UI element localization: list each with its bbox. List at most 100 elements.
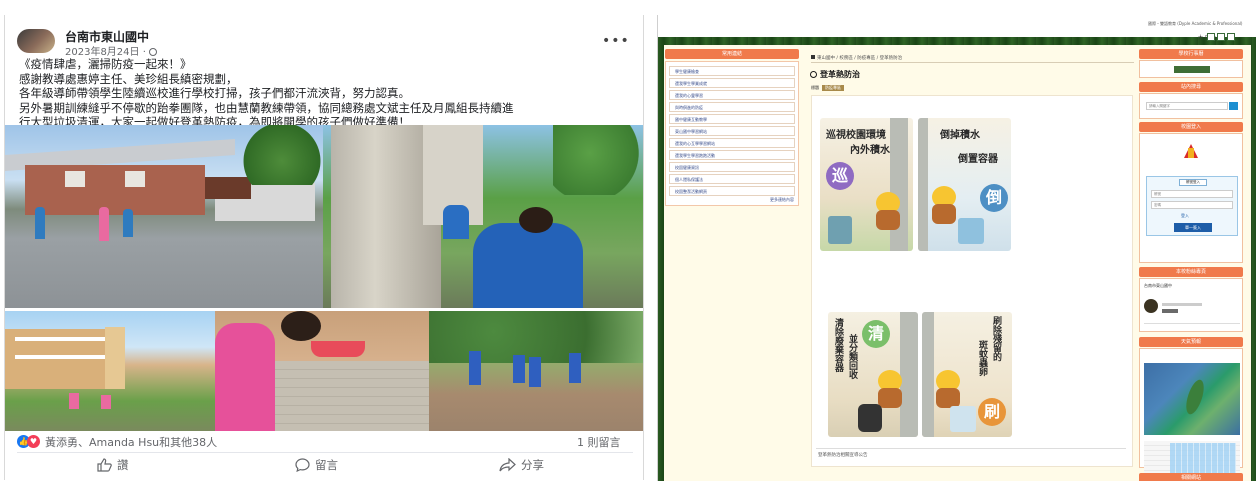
left-nav-title: 常用連結 (665, 49, 799, 59)
poster-caption: 清除廢棄容器 (833, 318, 843, 372)
left-nav-item[interactable]: 還我的心靈學習 (669, 90, 795, 100)
like-label: 讚 (117, 458, 129, 472)
poster-dump[interactable]: 倒掉積水 倒置容器 倒 (918, 118, 1011, 251)
post-body-text: 《疫情肆虐，灑掃防疫一起來！》 感謝教導處惠婷主任、美珍組長縝密規劃， 各年級導… (19, 57, 514, 130)
fb-page-name[interactable]: 台南市東山國中 (1144, 283, 1172, 289)
screenshot-composite: 台南市東山國中 2023年8月24日 · ••• 《疫情肆虐，灑掃防疫一起來！》… (0, 0, 1257, 482)
share-button[interactable]: 分享 (499, 457, 544, 473)
weather-widget (1139, 348, 1243, 475)
single-sign-on-button[interactable]: 單一簽入 (1174, 223, 1212, 232)
search-box: 請輸入關鍵字 (1139, 93, 1243, 119)
page-avatar[interactable] (17, 29, 55, 53)
more-options-icon[interactable]: ••• (602, 33, 630, 49)
poster-caption: 斑蚊蟲卵 (977, 340, 987, 376)
sidebar-box-title: 校園登入 (1139, 122, 1243, 132)
school-logo-icon (1182, 142, 1200, 160)
comment-icon (295, 458, 310, 472)
site-name[interactable]: 國際・雙語教育 (Dyple Academic & Professional) (1148, 21, 1242, 27)
comment-label: 留言 (315, 458, 338, 472)
poster-scrub[interactable]: 刷除殘留的 斑蚊蟲卵 刷 (922, 312, 1012, 437)
sidebar-box-title: 相關網站 (1139, 473, 1243, 481)
post-meta: 2023年8月24日 · (65, 43, 158, 58)
left-nav-more-link[interactable]: 更多連結內容 (770, 197, 794, 203)
comment-button[interactable]: 留言 (295, 457, 338, 473)
tags-label: 標題 (811, 85, 819, 90)
sidebar-box-title: 站內搜尋 (1139, 82, 1243, 92)
tag-badge[interactable]: 防疫專區 (822, 85, 844, 91)
taiwan-island (1182, 377, 1208, 417)
left-nav-item[interactable]: 還我學生學習跑跑活動 (669, 150, 795, 160)
sidebar-box-title: 學校行事曆 (1139, 49, 1243, 59)
left-nav-item[interactable]: 學生健康檢查 (669, 66, 795, 76)
title-bullet-icon (810, 71, 817, 78)
share-label: 分享 (521, 458, 544, 472)
thumbs-up-icon (97, 458, 112, 472)
poster-badge: 刷 (978, 398, 1006, 426)
home-icon[interactable] (811, 55, 815, 59)
poster-clean[interactable]: 清除廢棄容器 並分類回收 清 (828, 312, 918, 437)
left-nav-item[interactable]: 與時俱進的防疫 (669, 102, 795, 112)
article-tags: 標題 防疫專區 (811, 85, 844, 91)
reactions-text[interactable]: 黃添勇、Amanda Hsu和其他38人 (45, 434, 217, 450)
like-button[interactable]: 讚 (97, 457, 129, 473)
social-post-card: 台南市東山國中 2023年8月24日 · ••• 《疫情肆虐，灑掃防疫一起來！》… (4, 15, 644, 480)
page-title: 登革熱防治 (810, 69, 860, 80)
fb-page-avatar[interactable] (1144, 299, 1158, 313)
poster-badge: 巡 (826, 162, 854, 190)
password-field[interactable]: 密碼 (1151, 201, 1233, 209)
facebook-icon[interactable] (1217, 33, 1225, 41)
school-website-screenshot: 國際・雙語教育 (Dyple Academic & Professional) … (657, 15, 1256, 481)
breadcrumb: 東山國中 / 校務區 / 防疫專區 / 登革熱防治 (811, 55, 902, 61)
poster-caption: 倒置容器 (958, 154, 998, 165)
post-photo-3[interactable] (5, 311, 215, 431)
login-panel: 帳號登入 帳號 密碼 登入 單一簽入 (1139, 133, 1243, 263)
sitemap-icon[interactable] (1207, 33, 1215, 41)
login-form: 帳號登入 帳號 密碼 登入 單一簽入 (1146, 176, 1238, 236)
left-nav-item[interactable]: 校園健康資訊 (669, 162, 795, 172)
weather-map[interactable] (1144, 363, 1240, 435)
left-nav-item[interactable]: 還我學生學業成就 (669, 78, 795, 88)
right-sidebar: 學校行事曆 站內搜尋 請輸入關鍵字 校園登入 帳號登入 帳號 密碼 登入 單一簽… (1139, 49, 1243, 481)
post-photo-4[interactable] (215, 311, 429, 431)
search-input[interactable]: 請輸入關鍵字 (1146, 102, 1228, 110)
globe-icon (149, 48, 158, 56)
site-top-bar: 國際・雙語教育 (Dyple Academic & Professional) (658, 15, 1256, 37)
post-photo-2[interactable] (323, 125, 643, 308)
comment-count[interactable]: 1 則留言 (577, 434, 621, 450)
poster-badge: 倒 (980, 184, 1008, 212)
post-header: 台南市東山國中 2023年8月24日 · ••• (5, 15, 643, 58)
search-icon[interactable] (1229, 102, 1238, 110)
breadcrumb-divider (811, 62, 1134, 63)
sidebar-box-title: 天氣預報 (1139, 337, 1243, 347)
poster-caption: 刷除殘留的 (991, 316, 1001, 361)
left-nav-item[interactable]: 還我的心互學學習網站 (669, 138, 795, 148)
poster-caption: 並分類回收 (847, 334, 857, 379)
post-photo-5[interactable] (429, 311, 643, 431)
breadcrumb-text[interactable]: 東山國中 / 校務區 / 防疫專區 / 登革熱防治 (817, 56, 902, 61)
page-title-text: 登革熱防治 (820, 70, 860, 79)
left-nav-item[interactable]: 個人隱私保護法 (669, 174, 795, 184)
attachment-link[interactable]: 登革熱防治相關宣導公告 (818, 452, 868, 458)
username-field[interactable]: 帳號 (1151, 190, 1233, 198)
post-photo-1[interactable] (5, 125, 323, 308)
home-icon[interactable] (1227, 33, 1235, 41)
calendar-button[interactable] (1174, 66, 1210, 73)
poster-caption: 內外積水 (850, 145, 890, 156)
content-divider (816, 448, 1126, 449)
chick-mascot-icon (872, 192, 904, 232)
login-form-title: 帳號登入 (1179, 179, 1207, 186)
poster-caption: 倒掉積水 (940, 130, 980, 141)
left-nav-item[interactable]: 校園整潔活動網頁 (669, 186, 795, 196)
poster-inspect[interactable]: 巡視校園環境 內外積水 巡 (820, 118, 913, 251)
forecast-cells (1170, 443, 1236, 473)
share-icon (499, 458, 516, 472)
poster-caption: 巡視校園環境 (826, 130, 886, 141)
calendar-box (1139, 60, 1243, 78)
login-button[interactable]: 登入 (1181, 213, 1189, 219)
chick-mascot-icon (932, 370, 964, 410)
love-reaction-icon: ♥ (27, 435, 40, 448)
left-nav-item[interactable]: 東山國中學習網站 (669, 126, 795, 136)
left-nav-box: 學生健康檢查 還我學生學業成就 還我的心靈學習 與時俱進的防疫 國中健康互動教學… (665, 61, 799, 206)
left-nav-item[interactable]: 國中健康互動教學 (669, 114, 795, 124)
chick-mascot-icon (928, 186, 960, 226)
